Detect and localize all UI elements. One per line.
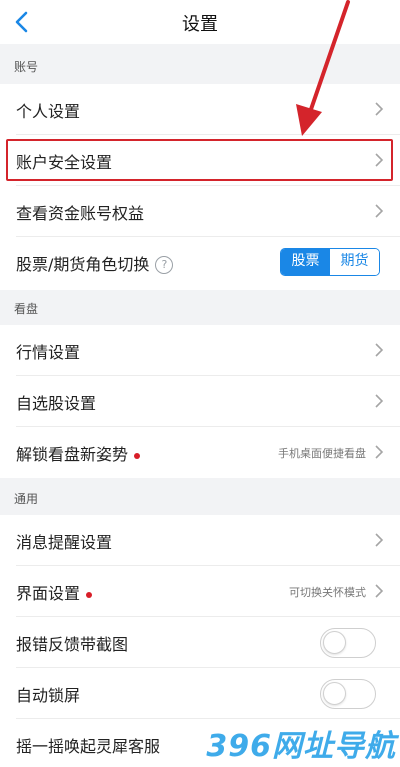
section-header-general: 通用: [14, 492, 39, 506]
role-switch-label: 股票/期货角色切换?: [16, 251, 174, 275]
interface-hint: 可切换关怀模式: [289, 586, 366, 599]
interface-text: 界面设置: [16, 584, 81, 603]
chevron-right-icon: [375, 533, 384, 547]
help-icon[interactable]: ?: [155, 256, 174, 274]
role-stock-option[interactable]: 股票: [281, 249, 330, 275]
new-badge-dot: [86, 591, 93, 598]
unlock-new-view-label: 解锁看盘新姿势: [16, 441, 141, 465]
unlock-text: 解锁看盘新姿势: [16, 445, 129, 464]
watchlist-settings-row[interactable]: 自选股设置: [0, 376, 400, 427]
toggle-knob: [323, 682, 346, 705]
annotation-arrow-icon: [296, 0, 350, 136]
auto-lock-label: 自动锁屏: [16, 686, 81, 705]
chevron-right-icon: [375, 584, 384, 598]
fund-account-rights-label: 查看资金账号权益: [16, 204, 145, 223]
interface-settings-row[interactable]: 界面设置 可切换关怀模式: [0, 566, 400, 617]
role-switch-text: 股票/期货角色切换: [16, 255, 150, 274]
chevron-right-icon: [375, 343, 384, 357]
personal-settings-label: 个人设置: [16, 102, 81, 121]
notification-settings-label: 消息提醒设置: [16, 533, 113, 552]
interface-settings-label: 界面设置: [16, 580, 93, 604]
watchlist-settings-label: 自选股设置: [16, 394, 97, 413]
chevron-right-icon: [375, 204, 384, 218]
chevron-right-icon: [375, 102, 384, 116]
shake-service-label: 摇一摇唤起灵犀客服: [16, 737, 161, 756]
chevron-right-icon: [375, 394, 384, 408]
new-badge-dot: [134, 452, 141, 459]
section-header-account: 账号: [14, 60, 39, 74]
role-switch-row: 股票/期货角色切换? 股票 期货: [0, 237, 400, 288]
feedback-screenshot-label: 报错反馈带截图: [16, 635, 129, 654]
role-segmented-control: 股票 期货: [280, 248, 380, 276]
section-header-market: 看盘: [14, 302, 39, 316]
chevron-right-icon: [375, 153, 384, 167]
feedback-toggle[interactable]: [320, 628, 376, 658]
role-futures-option[interactable]: 期货: [330, 249, 379, 275]
auto-lock-row: 自动锁屏: [0, 668, 400, 719]
notification-settings-row[interactable]: 消息提醒设置: [0, 515, 400, 566]
quotes-settings-row[interactable]: 行情设置: [0, 325, 400, 376]
feedback-screenshot-row: 报错反馈带截图: [0, 617, 400, 668]
chevron-right-icon: [375, 445, 384, 459]
quotes-settings-label: 行情设置: [16, 343, 81, 362]
auto-lock-toggle[interactable]: [320, 679, 376, 709]
account-security-row[interactable]: 账户安全设置: [0, 135, 400, 186]
toggle-knob: [323, 631, 346, 654]
account-security-label: 账户安全设置: [16, 153, 113, 172]
fund-account-rights-row[interactable]: 查看资金账号权益: [0, 186, 400, 237]
watermark-logo: 396网址导航: [206, 729, 396, 764]
unlock-new-view-row[interactable]: 解锁看盘新姿势 手机桌面便捷看盘: [0, 427, 400, 478]
unlock-hint: 手机桌面便捷看盘: [278, 447, 366, 460]
market-group: 行情设置 自选股设置 解锁看盘新姿势 手机桌面便捷看盘: [0, 325, 400, 478]
